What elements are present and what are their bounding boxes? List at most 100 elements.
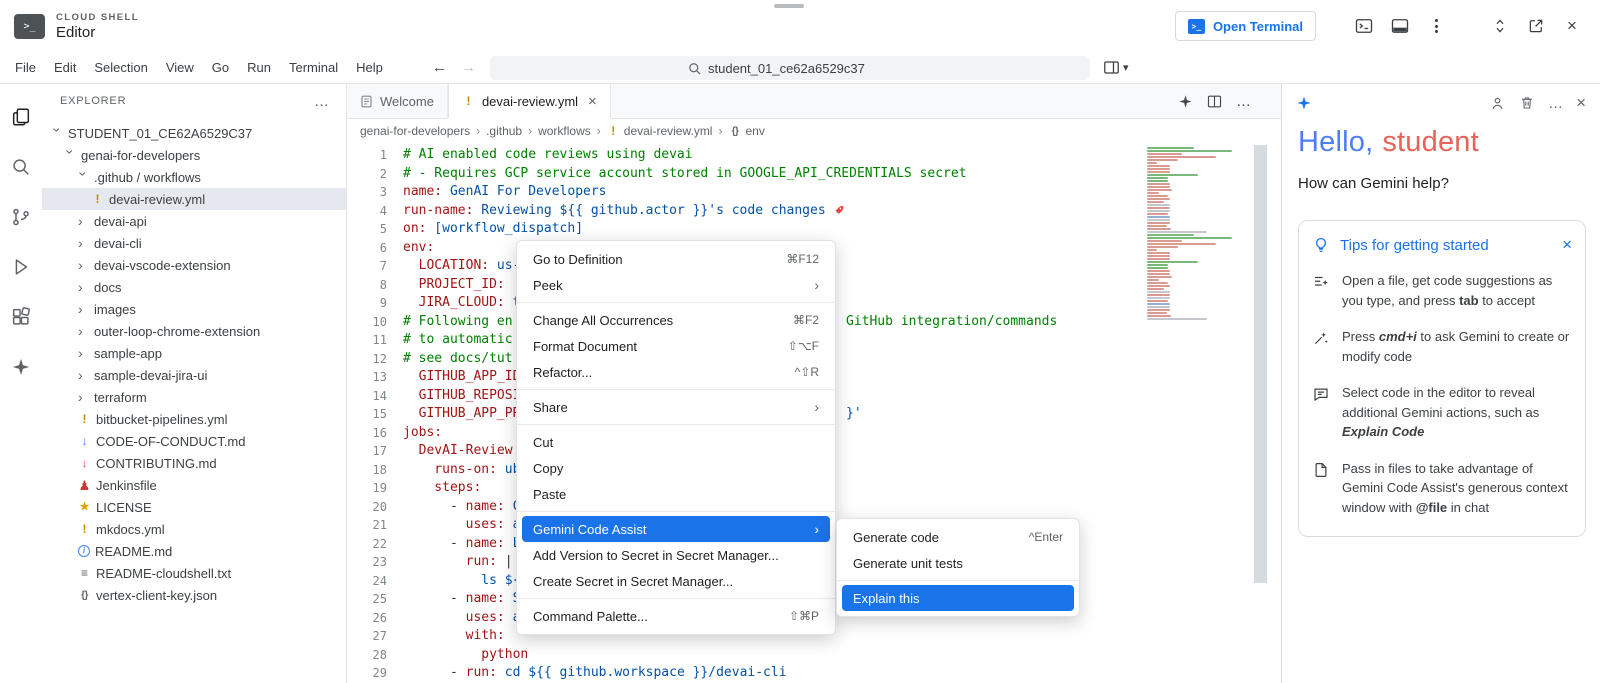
tree-item-sample-app[interactable]: ›sample-app xyxy=(42,342,346,364)
menu-view[interactable]: View xyxy=(157,56,203,79)
submenu-item-generate-unit-tests[interactable]: Generate unit tests xyxy=(842,550,1074,576)
activity-extensions-icon[interactable] xyxy=(0,292,42,342)
tree-item-readme-cloudshell-txt[interactable]: ≡README-cloudshell.txt xyxy=(42,562,346,584)
menu-item-paste[interactable]: Paste xyxy=(522,481,830,507)
minimap[interactable] xyxy=(1147,147,1253,321)
open-in-new-icon[interactable] xyxy=(1522,12,1550,40)
editor-scrollbar[interactable] xyxy=(1254,143,1267,683)
menu-go[interactable]: Go xyxy=(203,56,238,79)
tree-item-images[interactable]: ›images xyxy=(42,298,346,320)
tree-item-jenkinsfile[interactable]: ♟Jenkinsfile xyxy=(42,474,346,496)
menu-item-add-version-to-secret-in-secret-manager[interactable]: Add Version to Secret in Secret Manager.… xyxy=(522,542,830,568)
gemini-more-icon[interactable]: … xyxy=(1548,95,1563,112)
tree-item-license[interactable]: ★LICENSE xyxy=(42,496,346,518)
explorer-more-icon[interactable]: … xyxy=(314,93,330,110)
menu-item-change-all-occurrences[interactable]: Change All Occurrences⌘F2 xyxy=(522,307,830,333)
tree-item-docs[interactable]: ›docs xyxy=(42,276,346,298)
submenu-item-explain-this[interactable]: Explain this xyxy=(842,585,1074,611)
line-number: 28 xyxy=(347,646,387,665)
tree-item-contributing-md[interactable]: ↓CONTRIBUTING.md xyxy=(42,452,346,474)
tree-item-vertex-client-key-json[interactable]: {}vertex-client-key.json xyxy=(42,584,346,606)
menu-separator xyxy=(517,598,835,599)
user-feedback-icon[interactable] xyxy=(1489,95,1506,112)
menu-help[interactable]: Help xyxy=(347,56,392,79)
back-icon[interactable]: ← xyxy=(432,59,447,76)
split-editor-icon[interactable] xyxy=(1206,93,1223,110)
command-search[interactable] xyxy=(490,56,1090,80)
tree-item-devai-vscode-extension[interactable]: ›devai-vscode-extension xyxy=(42,254,346,276)
menu-item-cut[interactable]: Cut xyxy=(522,429,830,455)
submenu-item-generate-code[interactable]: Generate code^Enter xyxy=(842,524,1074,550)
line-number: 18 xyxy=(347,461,387,480)
menu-item-gemini-code-assist[interactable]: Gemini Code Assist› xyxy=(522,516,830,542)
tree-item-devai-cli[interactable]: ›devai-cli xyxy=(42,232,346,254)
more-vertical-icon[interactable] xyxy=(1422,12,1450,40)
line-number: 16 xyxy=(347,424,387,443)
trash-icon[interactable] xyxy=(1519,95,1535,111)
tree-item-devai-review-yml[interactable]: !devai-review.yml xyxy=(42,188,346,210)
tree-item-readme-md[interactable]: iREADME.md xyxy=(42,540,346,562)
scrollbar-thumb[interactable] xyxy=(1254,145,1267,583)
breadcrumb-env[interactable]: {}env xyxy=(728,124,764,138)
menu-item-format-document[interactable]: Format Document⇧⌥F xyxy=(522,333,830,359)
menu-file[interactable]: File xyxy=(6,56,45,79)
breadcrumb-genai-for-developers[interactable]: genai-for-developers xyxy=(360,124,470,138)
close-tab-icon[interactable]: × xyxy=(588,93,597,110)
menu-terminal[interactable]: Terminal xyxy=(280,56,347,79)
chevron-right-icon: › xyxy=(78,389,89,405)
menu-edit[interactable]: Edit xyxy=(45,56,85,79)
code-editor[interactable]: 1# AI enabled code reviews using devai2#… xyxy=(347,143,1281,683)
tree-item-terraform[interactable]: ›terraform xyxy=(42,386,346,408)
line-number: 15 xyxy=(347,405,387,424)
menu-item-refactor[interactable]: Refactor...^⇧R xyxy=(522,359,830,385)
breadcrumb-workflows[interactable]: workflows xyxy=(538,124,591,138)
tree-item-bitbucket-pipelines-yml[interactable]: !bitbucket-pipelines.yml xyxy=(42,408,346,430)
line-number: 20 xyxy=(347,498,387,517)
menu-item-share[interactable]: Share› xyxy=(522,394,830,420)
tree-item-mkdocs-yml[interactable]: !mkdocs.yml xyxy=(42,518,346,540)
tree-item-code-of-conduct-md[interactable]: ↓CODE-OF-CONDUCT.md xyxy=(42,430,346,452)
editor-layout-button[interactable]: ▾ xyxy=(1102,58,1129,77)
lightbulb-icon xyxy=(1312,236,1330,254)
line-number: 5 xyxy=(347,220,387,239)
tree-item-outer-loop-chrome-extension[interactable]: ›outer-loop-chrome-extension xyxy=(42,320,346,342)
tree-item-devai-api[interactable]: ›devai-api xyxy=(42,210,346,232)
editor-more-icon[interactable]: … xyxy=(1236,93,1251,110)
menu-item-go-to-definition[interactable]: Go to Definition⌘F12 xyxy=(522,246,830,272)
panel-layout-icon[interactable] xyxy=(1386,12,1414,40)
menu-item-command-palette[interactable]: Command Palette...⇧⌘P xyxy=(522,603,830,629)
menu-run[interactable]: Run xyxy=(238,56,280,79)
tab-devai-review-yml[interactable]: !devai-review.yml× xyxy=(448,84,611,118)
line-number: 8 xyxy=(347,276,387,295)
sparkle-icon[interactable] xyxy=(1178,94,1193,109)
tree-item-genai-for-developers[interactable]: ›genai-for-developers xyxy=(42,144,346,166)
breadcrumb-devai-review-yml[interactable]: !devai-review.yml xyxy=(607,124,713,138)
activity-gemini-icon[interactable] xyxy=(0,342,42,392)
tips-close-icon[interactable]: × xyxy=(1562,235,1572,255)
collapse-expand-icon[interactable] xyxy=(1486,12,1514,40)
breadcrumb: genai-for-developers›.github›workflows›!… xyxy=(347,119,1281,143)
tab-welcome[interactable]: Welcome xyxy=(347,84,448,118)
tree-item-github-workflows[interactable]: ›.github / workflows xyxy=(42,166,346,188)
open-terminal-button[interactable]: >_ Open Terminal xyxy=(1175,11,1316,41)
activity-run-debug-icon[interactable] xyxy=(0,242,42,292)
activity-source-control-icon[interactable] xyxy=(0,192,42,242)
yaml-file-icon: ! xyxy=(462,95,475,108)
menu-selection[interactable]: Selection xyxy=(85,56,156,79)
menu-item-peek[interactable]: Peek› xyxy=(522,272,830,298)
menu-item-create-secret-in-secret-manager[interactable]: Create Secret in Secret Manager... xyxy=(522,568,830,594)
gemini-greeting: Hello,student xyxy=(1282,122,1600,159)
tree-item-student-01-ce62a6529c37[interactable]: ›STUDENT_01_CE62A6529C37 xyxy=(42,122,346,144)
search-input[interactable] xyxy=(708,61,893,76)
close-icon[interactable]: × xyxy=(1558,12,1586,40)
tree-item-sample-devai-jira-ui[interactable]: ›sample-devai-jira-ui xyxy=(42,364,346,386)
gemini-close-icon[interactable]: × xyxy=(1576,93,1586,113)
menu-item-copy[interactable]: Copy xyxy=(522,455,830,481)
activity-search-icon[interactable] xyxy=(0,142,42,192)
line-number: 14 xyxy=(347,387,387,406)
line-number: 23 xyxy=(347,553,387,572)
line-number: 24 xyxy=(347,572,387,591)
terminal-window-icon[interactable] xyxy=(1350,12,1378,40)
breadcrumb-github[interactable]: .github xyxy=(486,124,522,138)
activity-explorer-icon[interactable] xyxy=(0,92,42,142)
